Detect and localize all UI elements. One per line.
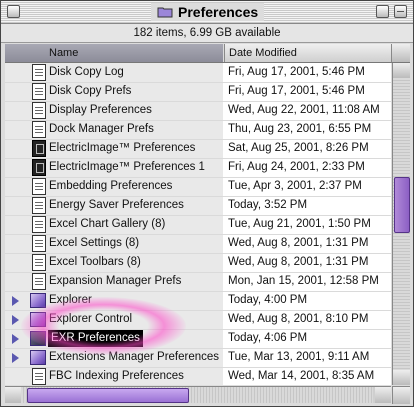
- file-name[interactable]: Display Preferences: [49, 101, 152, 120]
- scroll-up-arrow[interactable]: [393, 63, 410, 78]
- document-icon[interactable]: [32, 216, 46, 233]
- list-row[interactable]: Excel Toolbars (8) Wed, Aug 8, 2001, 1:31…: [5, 253, 391, 273]
- file-name[interactable]: Extensions Manager Preferences: [49, 348, 219, 367]
- list-row[interactable]: Disk Copy Log Fri, Aug 17, 2001, 5:46 PM: [5, 63, 391, 83]
- file-name[interactable]: Excel Settings (8): [49, 234, 139, 253]
- file-name[interactable]: Excel Toolbars (8): [49, 253, 141, 272]
- disclosure-triangle-icon[interactable]: [12, 315, 19, 325]
- document-icon[interactable]: [32, 178, 46, 195]
- electricimage-icon[interactable]: [32, 159, 46, 176]
- file-name[interactable]: Dock Manager Prefs: [49, 120, 154, 139]
- close-box[interactable]: [7, 5, 20, 18]
- file-name[interactable]: Energy Saver Preferences: [49, 196, 184, 215]
- list-row[interactable]: Embedding Preferences Tue, Apr 3, 2001, 2…: [5, 177, 391, 197]
- name-column-header[interactable]: Name: [5, 44, 223, 62]
- document-icon[interactable]: [32, 64, 46, 81]
- date-modified: Wed, Aug 22, 2001, 11:08 AM: [228, 104, 380, 116]
- file-name[interactable]: Explorer Control: [49, 310, 132, 329]
- folder-icon[interactable]: [30, 350, 46, 365]
- date-modified: Tue, Apr 3, 2001, 2:37 PM: [228, 180, 362, 192]
- scroll-down-arrow[interactable]: [393, 370, 410, 385]
- list-row[interactable]: EXR Preferences Today, 4:06 PM: [5, 329, 391, 349]
- file-name[interactable]: Embedding Preferences: [49, 177, 172, 196]
- horizontal-scroll-thumb[interactable]: [27, 388, 189, 403]
- list-row[interactable]: Dock Manager Prefs Thu, Aug 23, 2001, 6:5…: [5, 120, 391, 140]
- date-modified: Fri, Aug 17, 2001, 5:46 PM: [228, 66, 365, 78]
- document-icon[interactable]: [32, 273, 46, 290]
- zoom-box[interactable]: [376, 5, 389, 18]
- file-name[interactable]: FBC Indexing Preferences: [49, 367, 184, 385]
- file-name[interactable]: Expansion Manager Prefs: [49, 272, 181, 291]
- list-row[interactable]: Expansion Manager Prefs Mon, Jan 15, 2001…: [5, 272, 391, 292]
- window-title-text: Preferences: [178, 4, 259, 20]
- document-icon[interactable]: [32, 254, 46, 271]
- list-row[interactable]: Energy Saver Preferences Today, 3:52 PM: [5, 196, 391, 216]
- list-row[interactable]: ElectricImage™ Preferences 1 Fri, Aug 24,…: [5, 158, 391, 178]
- title-bar[interactable]: Preferences: [1, 1, 413, 24]
- file-name[interactable]: Disk Copy Log: [49, 63, 124, 82]
- status-bar: 182 items, 6.99 GB available: [1, 24, 413, 43]
- disclosure-triangle-icon[interactable]: [12, 296, 19, 306]
- list-row[interactable]: ElectricImage™ Preferences Sat, Aug 25, 2…: [5, 139, 391, 159]
- scroll-left-arrow[interactable]: [5, 387, 21, 403]
- document-icon[interactable]: [32, 197, 46, 214]
- list-row[interactable]: Explorer Today, 4:00 PM: [5, 291, 391, 311]
- date-modified: Tue, Mar 13, 2001, 9:11 AM: [228, 351, 370, 363]
- list-row[interactable]: Excel Settings (8) Wed, Aug 8, 2001, 1:31…: [5, 234, 391, 254]
- date-modified: Thu, Aug 23, 2001, 6:55 PM: [228, 123, 372, 135]
- document-icon[interactable]: [32, 235, 46, 252]
- date-modified: Today, 4:00 PM: [228, 294, 308, 306]
- list-row[interactable]: Excel Chart Gallery (8) Tue, Aug 21, 2001…: [5, 215, 391, 235]
- file-name[interactable]: Explorer: [49, 291, 92, 310]
- date-modified: Wed, Aug 8, 2001, 1:31 PM: [228, 256, 369, 268]
- vertical-scrollbar[interactable]: [392, 63, 410, 385]
- disclosure-triangle-icon[interactable]: [12, 353, 19, 363]
- document-icon[interactable]: [32, 102, 46, 119]
- list-row[interactable]: Disk Copy Prefs Fri, Aug 17, 2001, 5:46 P…: [5, 82, 391, 102]
- resize-grow-box[interactable]: [392, 386, 410, 404]
- collapse-box[interactable]: [394, 5, 407, 18]
- window-title: Preferences: [151, 3, 265, 21]
- date-modified: Sat, Aug 25, 2001, 8:26 PM: [228, 142, 369, 154]
- date-column-header[interactable]: Date Modified: [224, 44, 392, 62]
- scroll-right-arrow[interactable]: [375, 387, 391, 403]
- date-modified: Today, 3:52 PM: [228, 199, 308, 211]
- file-list: Disk Copy Log Fri, Aug 17, 2001, 5:46 PM D…: [5, 63, 391, 385]
- vertical-scroll-thumb[interactable]: [394, 177, 410, 233]
- disclosure-triangle-icon[interactable]: [12, 334, 19, 344]
- file-name[interactable]: ElectricImage™ Preferences: [49, 139, 195, 158]
- date-modified: Today, 4:06 PM: [228, 332, 308, 344]
- file-name[interactable]: ElectricImage™ Preferences 1: [49, 158, 205, 177]
- folder-icon[interactable]: [30, 331, 46, 346]
- horizontal-scrollbar[interactable]: [5, 386, 391, 403]
- column-header: Name Date Modified: [5, 44, 392, 63]
- date-modified: Tue, Aug 21, 2001, 1:50 PM: [228, 218, 371, 230]
- file-name[interactable]: Excel Chart Gallery (8): [49, 215, 165, 234]
- folder-icon[interactable]: [30, 293, 46, 308]
- list-row[interactable]: Explorer Control Wed, Aug 8, 2001, 8:10 P…: [5, 310, 391, 330]
- list-row[interactable]: FBC Indexing Preferences Wed, Mar 14, 200…: [5, 367, 391, 385]
- list-row[interactable]: Extensions Manager Preferences Tue, Mar 1…: [5, 348, 391, 368]
- file-name[interactable]: EXR Preferences: [48, 330, 143, 347]
- date-modified: Mon, Jan 15, 2001, 12:58 PM: [228, 275, 379, 287]
- folder-icon[interactable]: [30, 312, 46, 327]
- date-modified: Wed, Mar 14, 2001, 8:35 AM: [228, 370, 375, 382]
- list-row[interactable]: Display Preferences Wed, Aug 22, 2001, 11…: [5, 101, 391, 121]
- date-modified: Wed, Aug 8, 2001, 8:10 PM: [228, 313, 369, 325]
- sort-direction-button[interactable]: [391, 44, 410, 63]
- folder-icon: [157, 7, 173, 18]
- date-modified: Fri, Aug 24, 2001, 2:33 PM: [228, 161, 365, 173]
- document-icon[interactable]: [32, 368, 46, 385]
- document-icon[interactable]: [32, 121, 46, 138]
- electricimage-icon[interactable]: [32, 140, 46, 157]
- date-modified: Fri, Aug 17, 2001, 5:46 PM: [228, 85, 365, 97]
- finder-window: Preferences 182 items, 6.99 GB available…: [0, 0, 414, 407]
- document-icon[interactable]: [32, 83, 46, 100]
- date-modified: Wed, Aug 8, 2001, 1:31 PM: [228, 237, 369, 249]
- file-name[interactable]: Disk Copy Prefs: [49, 82, 131, 101]
